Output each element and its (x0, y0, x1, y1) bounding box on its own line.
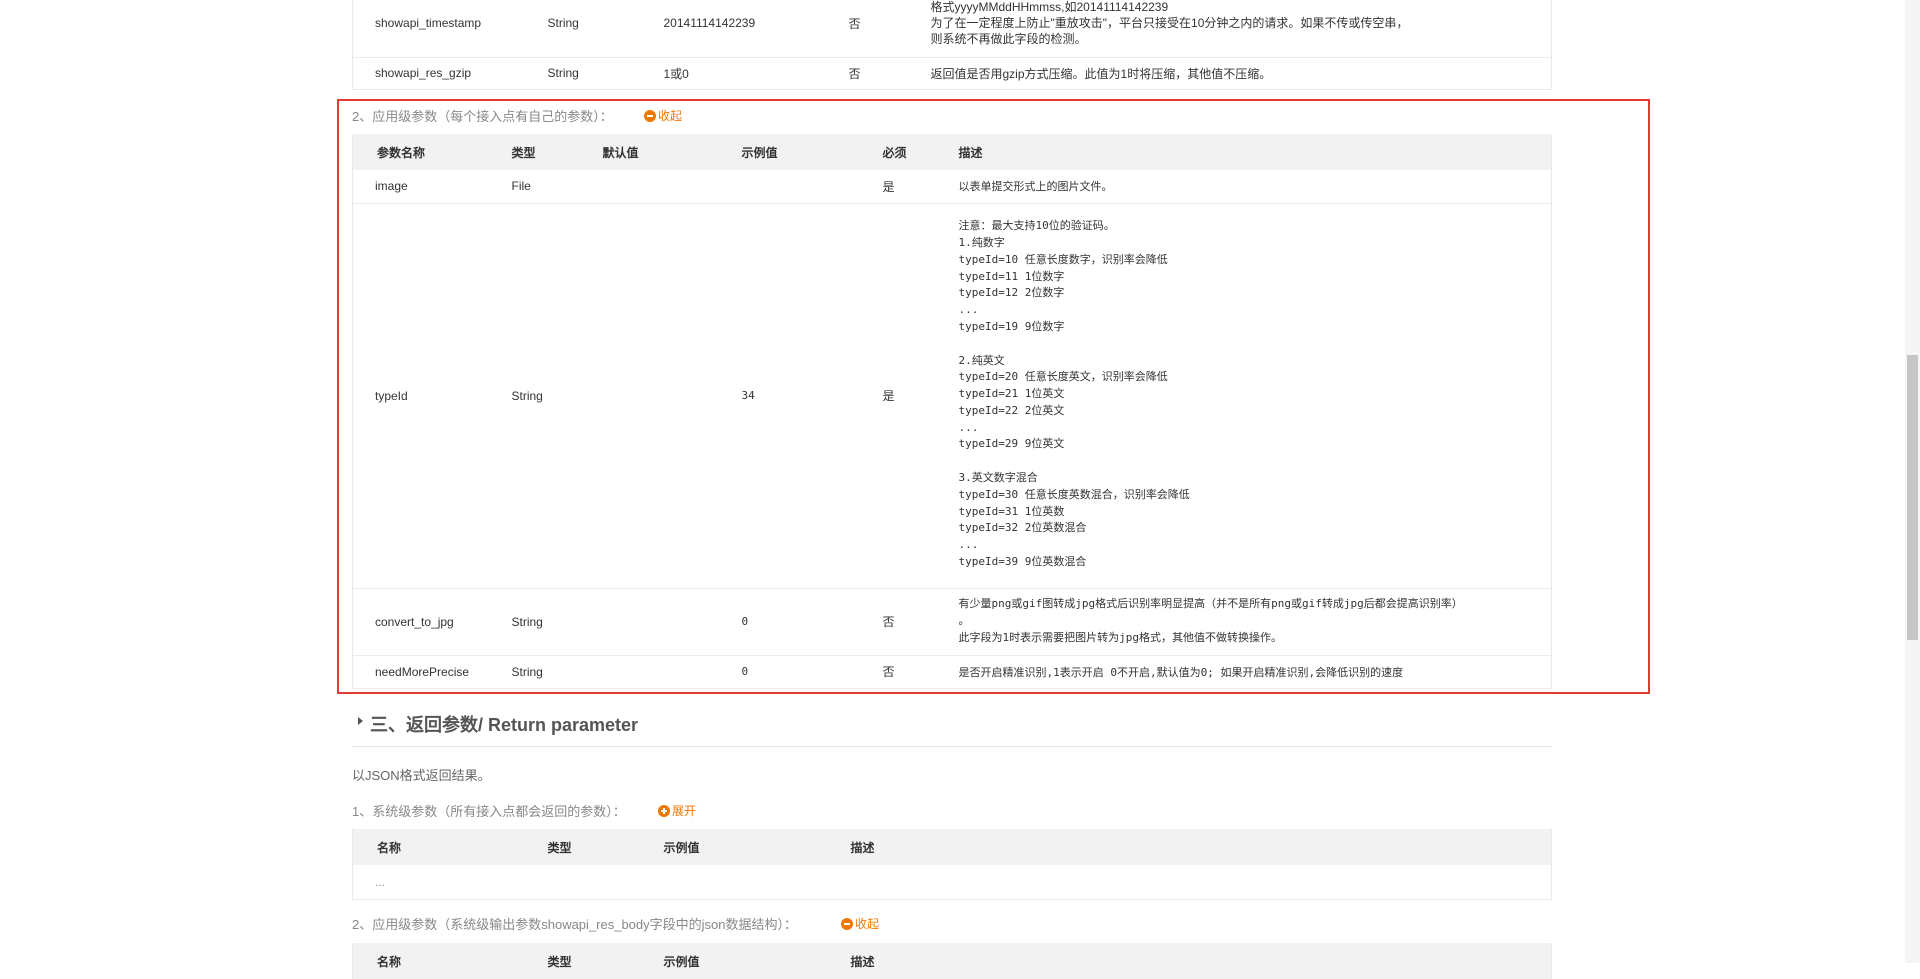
param-required: 否 (882, 655, 959, 689)
collapse-label: 收起 (855, 917, 880, 931)
param-desc: 注意：最大支持10位的验证码。 1.纯数字 typeId=10 任意长度数字，识… (958, 203, 1552, 589)
api-doc-page: showapi_timestamp String 20141114142239 … (0, 0, 1920, 979)
param-required: 是 (882, 203, 959, 589)
param-desc: 格式yyyyMMddHHmmss,如20141114142239 为了在一定程度… (930, 0, 1552, 58)
table-header-row: 名称 类型 示例值 描述 (352, 829, 1552, 865)
param-type: String (511, 203, 603, 589)
table-header-row: 参数名称 类型 默认值 示例值 必须 描述 (352, 134, 1552, 170)
return-sys-table: 名称 类型 示例值 描述 ... (352, 829, 1552, 900)
col-header-example: 示例值 (663, 840, 700, 855)
minus-circle-icon (644, 109, 656, 122)
return-app-table: 名称 类型 示例值 描述 (352, 943, 1552, 979)
param-desc: 返回值是否用gzip方式压缩。此值为1时将压缩，其他值不压缩。 (930, 57, 1552, 90)
caret-right-icon (358, 717, 363, 725)
col-header-desc: 描述 (958, 145, 983, 160)
param-example (741, 170, 883, 204)
param-desc: 有少量png或gif图转成jpg格式后识别率明显提高（并不是所有png或gif转… (958, 588, 1552, 656)
param-type: String (547, 57, 664, 90)
col-header-name: 名称 (377, 954, 402, 969)
return-app-label: 2、应用级参数（系统级输出参数showapi_res_body字段中的json数… (352, 917, 797, 932)
ellipsis-cell: ... (352, 865, 548, 900)
vertical-scrollbar[interactable] (1905, 0, 1920, 963)
return-section-header[interactable]: 三、返回参数/ Return parameter (352, 706, 1552, 747)
param-example: 1或0 (663, 57, 849, 90)
table-row: showapi_timestamp String 20141114142239 … (352, 0, 1552, 58)
col-header-required: 必须 (882, 145, 907, 160)
collapse-label: 收起 (658, 109, 683, 123)
param-default (602, 655, 742, 689)
table-row: convert_to_jpg String 0 否 有少量png或gif图转成j… (352, 588, 1552, 656)
section-title: 三、返回参数/ Return parameter (370, 715, 639, 735)
table-row: needMorePrecise String 0 否 是否开启精准识别,1表示开… (352, 655, 1552, 689)
col-header-name: 名称 (377, 840, 402, 855)
scrollbar-thumb[interactable] (1907, 355, 1918, 640)
param-required: 否 (848, 57, 931, 90)
param-default (602, 170, 742, 204)
collapse-toggle[interactable]: 收起 (644, 107, 682, 124)
param-name: image (352, 170, 512, 204)
app-params-label: 2、应用级参数（每个接入点有自己的参数）： (352, 109, 613, 124)
param-name: typeId (352, 203, 512, 589)
col-header-desc: 描述 (850, 954, 875, 969)
param-default (602, 588, 742, 656)
param-name: needMorePrecise (352, 655, 512, 689)
param-example: 20141114142239 (663, 0, 849, 58)
param-name: showapi_timestamp (352, 0, 548, 58)
table-row: typeId String 34 是 注意：最大支持10位的验证码。 1.纯数字… (352, 203, 1552, 589)
param-desc: 是否开启精准识别,1表示开启 0不开启,默认值为0; 如果开启精准识别,会降低识… (958, 655, 1552, 689)
app-params-table: 参数名称 类型 默认值 示例值 必须 描述 image File 是 以表单提交… (352, 134, 1552, 689)
col-header-example: 示例值 (663, 954, 700, 969)
param-name: convert_to_jpg (352, 588, 512, 656)
return-intro: 以JSON格式返回结果。 (352, 768, 491, 783)
col-header-name: 参数名称 (377, 145, 426, 160)
param-type: String (511, 588, 603, 656)
col-header-example: 示例值 (741, 145, 778, 160)
col-header-type: 类型 (511, 145, 536, 160)
col-header-type: 类型 (547, 954, 572, 969)
minus-circle-icon (841, 917, 853, 930)
table-row: image File 是 以表单提交形式上的图片文件。 (352, 170, 1552, 204)
table-header-row: 名称 类型 示例值 描述 (352, 943, 1552, 979)
param-desc: 以表单提交形式上的图片文件。 (958, 170, 1552, 204)
param-default (602, 203, 742, 589)
expand-toggle[interactable]: 展开 (658, 802, 696, 819)
param-type: String (547, 0, 664, 58)
param-example: 0 (741, 655, 883, 689)
table-row: ... (352, 865, 1552, 900)
col-header-type: 类型 (547, 840, 572, 855)
col-header-desc: 描述 (850, 840, 875, 855)
param-example: 34 (741, 203, 883, 589)
param-type: File (511, 170, 603, 204)
param-required: 是 (882, 170, 959, 204)
param-example: 0 (741, 588, 883, 656)
system-params-table: showapi_timestamp String 20141114142239 … (352, 0, 1552, 90)
param-required: 否 (848, 0, 931, 58)
return-sys-label: 1、系统级参数（所有接入点都会返回的参数）： (352, 804, 626, 819)
plus-circle-icon (658, 804, 670, 817)
table-row: showapi_res_gzip String 1或0 否 返回值是否用gzip… (352, 57, 1552, 90)
expand-label: 展开 (672, 804, 697, 818)
param-name: showapi_res_gzip (352, 57, 548, 90)
param-required: 否 (882, 588, 959, 656)
collapse-toggle-2[interactable]: 收起 (841, 915, 879, 932)
col-header-default: 默认值 (602, 145, 639, 160)
param-type: String (511, 655, 603, 689)
